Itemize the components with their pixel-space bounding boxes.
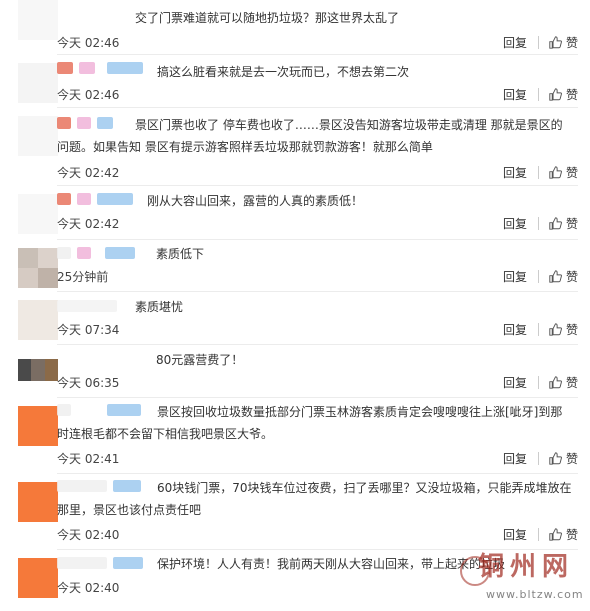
avatar[interactable] xyxy=(18,558,58,598)
thumbs-up-icon xyxy=(549,87,562,101)
like-button[interactable]: 赞 xyxy=(549,215,578,232)
reply-button[interactable]: 回复 xyxy=(503,215,527,232)
comment-item: 景区按回收垃圾数量抵部分门票玉林游客素质肯定会嗖嗖嗖往上涨[呲牙]到那时连根毛都… xyxy=(0,398,590,474)
user-name[interactable] xyxy=(57,300,117,312)
divider xyxy=(537,165,539,179)
like-button[interactable]: 赞 xyxy=(549,374,578,391)
user-name[interactable] xyxy=(57,247,135,259)
comment-time: 今天 06:35 xyxy=(57,376,120,390)
comment-actions: 回复 赞 xyxy=(503,450,578,466)
like-label: 赞 xyxy=(565,35,578,50)
like-label: 赞 xyxy=(565,322,578,337)
divider xyxy=(537,87,539,101)
like-label: 赞 xyxy=(565,269,578,284)
comment-text: 景区门票也收了 停车费也收了……景区没告知游客垃圾带走或清理 那就是景区的问题。… xyxy=(57,118,563,154)
avatar[interactable] xyxy=(18,116,58,156)
avatar[interactable] xyxy=(18,482,58,522)
thumbs-up-icon xyxy=(549,527,562,541)
user-name[interactable] xyxy=(57,193,133,205)
like-label: 赞 xyxy=(565,165,578,180)
like-label: 赞 xyxy=(565,87,578,102)
user-name[interactable] xyxy=(57,557,143,569)
reply-button[interactable]: 回复 xyxy=(503,34,527,51)
like-label: 赞 xyxy=(565,527,578,542)
divider xyxy=(537,375,539,389)
comment-time: 今天 02:40 xyxy=(57,528,120,542)
comment-text: 素质低下 xyxy=(156,247,205,261)
like-button[interactable]: 赞 xyxy=(549,321,578,338)
avatar[interactable] xyxy=(18,300,58,340)
comment-item: 景区门票也收了 停车费也收了……景区没告知游客垃圾带走或清理 那就是景区的问题。… xyxy=(0,108,590,186)
like-button[interactable]: 赞 xyxy=(549,268,578,285)
comment-text: 80元露营费了！ xyxy=(156,353,244,367)
comment-text: 景区按回收垃圾数量抵部分门票玉林游客素质肯定会嗖嗖嗖往上涨[呲牙]到那时连根毛都… xyxy=(57,405,563,441)
reply-button[interactable]: 回复 xyxy=(503,450,527,467)
comment-time: 25分钟前 xyxy=(57,270,109,284)
like-button[interactable]: 赞 xyxy=(549,86,578,103)
comment-time: 今天 02:46 xyxy=(57,88,120,102)
comment-actions: 回复 赞 xyxy=(503,86,578,102)
comment-actions: 回复 赞 xyxy=(503,215,578,231)
thumbs-up-icon xyxy=(549,165,562,179)
comment-item: 保护环境！人人有责！我前两天刚从大容山回来，带上起来的垃圾 今天 02:40 xyxy=(0,550,590,611)
comment-item: 60块钱门票，70块钱车位过夜费，扫了丢哪里？又没垃圾箱，只能弄成堆放在那里，景… xyxy=(0,474,590,550)
thumbs-up-icon xyxy=(549,35,562,49)
like-button[interactable]: 赞 xyxy=(549,164,578,181)
thumbs-up-icon xyxy=(549,216,562,230)
avatar[interactable] xyxy=(18,63,58,103)
comment-text: 60块钱门票，70块钱车位过夜费，扫了丢哪里？又没垃圾箱，只能弄成堆放在那里，景… xyxy=(57,481,572,517)
like-label: 赞 xyxy=(565,216,578,231)
divider xyxy=(537,451,539,465)
comment-text: 刚从大容山回来，露营的人真的素质低！ xyxy=(147,194,364,208)
comment-item: 素质低下 25分钟前 回复 赞 xyxy=(0,240,590,292)
reply-button[interactable]: 回复 xyxy=(503,321,527,338)
like-button[interactable]: 赞 xyxy=(549,526,578,543)
comment-actions: 回复 赞 xyxy=(503,268,578,284)
comment-actions: 回复 赞 xyxy=(503,374,578,390)
avatar[interactable] xyxy=(18,194,58,234)
avatar[interactable] xyxy=(18,0,58,40)
comment-actions: 回复 赞 xyxy=(503,34,578,50)
comment-time: 今天 07:34 xyxy=(57,323,120,337)
thumbs-up-icon xyxy=(549,451,562,465)
avatar[interactable] xyxy=(18,248,58,288)
comment-text: 保护环境！人人有责！我前两天刚从大容山回来，带上起来的垃圾 xyxy=(157,557,506,571)
comment-actions: 回复 赞 xyxy=(503,321,578,337)
avatar[interactable] xyxy=(18,359,58,381)
comment-actions: 回复 赞 xyxy=(503,164,578,180)
divider xyxy=(537,269,539,283)
reply-button[interactable]: 回复 xyxy=(503,268,527,285)
divider xyxy=(537,527,539,541)
thumbs-up-icon xyxy=(549,375,562,389)
comment-item: 搞这么脏看来就是去一次玩而已，不想去第二次 今天 02:46 回复 赞 xyxy=(0,55,590,108)
comment-item: 80元露营费了！ 今天 06:35 回复 赞 xyxy=(0,345,590,398)
comment-time: 今天 02:41 xyxy=(57,452,120,466)
reply-button[interactable]: 回复 xyxy=(503,86,527,103)
comment-item: 素质堪忧 今天 07:34 回复 赞 xyxy=(0,292,590,345)
reply-button[interactable]: 回复 xyxy=(503,164,527,181)
thumbs-up-icon xyxy=(549,322,562,336)
user-name[interactable] xyxy=(57,62,143,74)
comment-item: 刚从大容山回来，露营的人真的素质低！ 今天 02:42 回复 赞 xyxy=(0,186,590,240)
comment-time: 今天 02:42 xyxy=(57,166,120,180)
comment-time: 今天 02:40 xyxy=(57,581,120,595)
comment-text: 交了门票难道就可以随地扔垃圾？那这世界太乱了 xyxy=(135,11,400,25)
avatar[interactable] xyxy=(18,406,58,446)
like-button[interactable]: 赞 xyxy=(549,34,578,51)
comment-actions: 回复 赞 xyxy=(503,526,578,542)
comment-text: 素质堪忧 xyxy=(135,300,184,314)
divider xyxy=(537,35,539,49)
comment-time: 今天 02:42 xyxy=(57,217,120,231)
thumbs-up-icon xyxy=(549,269,562,283)
reply-button[interactable]: 回复 xyxy=(503,526,527,543)
like-label: 赞 xyxy=(565,451,578,466)
like-label: 赞 xyxy=(565,375,578,390)
reply-button[interactable]: 回复 xyxy=(503,374,527,391)
comment-time: 今天 02:46 xyxy=(57,36,120,50)
comment-text: 搞这么脏看来就是去一次玩而已，不想去第二次 xyxy=(157,65,410,79)
divider xyxy=(537,216,539,230)
like-button[interactable]: 赞 xyxy=(549,450,578,467)
comment-item: 交了门票难道就可以随地扔垃圾？那这世界太乱了 今天 02:46 回复 赞 xyxy=(0,0,590,55)
divider xyxy=(537,322,539,336)
